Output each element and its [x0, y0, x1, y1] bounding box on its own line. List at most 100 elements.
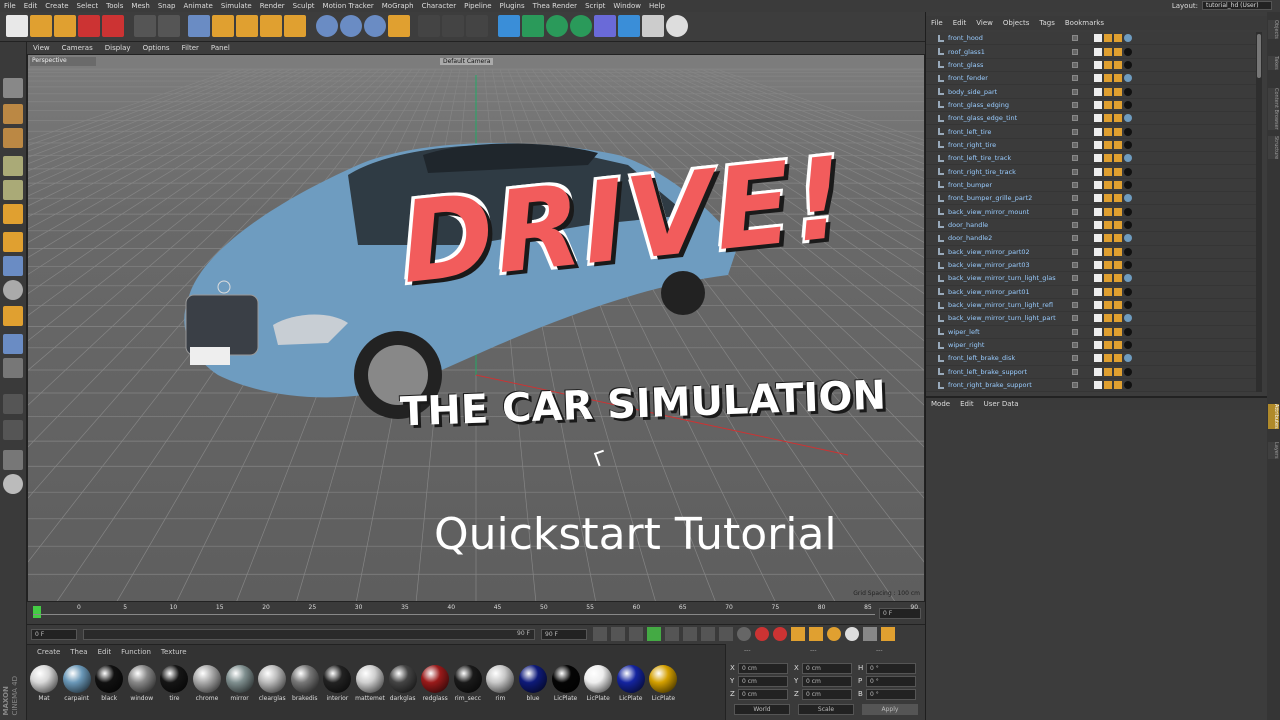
snap-icon[interactable]	[3, 280, 23, 300]
object-row[interactable]: wiper_right	[926, 339, 1256, 353]
material-swatch[interactable]: chrome	[192, 665, 222, 709]
visibility-toggle-icon[interactable]	[1072, 355, 1078, 362]
object-row[interactable]: front_right_tire_track	[926, 165, 1256, 179]
phong-tag-icon[interactable]	[1114, 381, 1122, 390]
start-frame-field[interactable]: 0 F	[31, 629, 77, 640]
menu-script[interactable]: Script	[581, 2, 609, 10]
material-tag-icon[interactable]	[1124, 74, 1132, 83]
menu-tools[interactable]: Tools	[102, 2, 127, 10]
phong-tag-icon[interactable]	[1094, 381, 1102, 390]
viewport-3d[interactable]: Perspective Default Camera DRIVE! THE CA…	[27, 54, 925, 602]
object-row[interactable]: front_hood	[926, 32, 1256, 46]
menu-character[interactable]: Character	[418, 2, 461, 10]
material-tag-icon[interactable]	[1124, 234, 1132, 243]
material-swatch[interactable]: rim	[485, 665, 515, 709]
polygons-mode-icon[interactable]	[3, 204, 23, 224]
sculpt-brush-icon[interactable]	[3, 394, 23, 414]
object-row[interactable]: front_left_brake_support	[926, 366, 1256, 379]
loop-icon[interactable]	[719, 627, 733, 641]
object-row[interactable]: door_handle2	[926, 232, 1256, 246]
visibility-toggle-icon[interactable]	[1072, 155, 1078, 162]
visibility-toggle-icon[interactable]	[1072, 342, 1078, 349]
phong-tag-icon[interactable]	[1104, 100, 1112, 109]
points-mode-icon[interactable]	[3, 156, 23, 176]
motion-record-icon[interactable]	[737, 627, 751, 641]
material-swatch[interactable]: clearglas	[257, 665, 287, 709]
phong-tag-icon[interactable]	[1094, 87, 1102, 96]
rotate-tool-icon[interactable]	[260, 15, 282, 37]
object-list[interactable]: front_hood roof_glass1 front_glass front_fe…	[926, 32, 1256, 392]
phong-tag-icon[interactable]	[1094, 247, 1102, 256]
phong-tag-icon[interactable]	[1104, 314, 1112, 323]
recent-tools-icon[interactable]	[284, 15, 306, 37]
phong-tag-icon[interactable]	[1114, 87, 1122, 96]
object-list-scrollbar[interactable]	[1256, 32, 1262, 392]
visibility-toggle-icon[interactable]	[1072, 288, 1078, 295]
undo-icon[interactable]	[134, 15, 156, 37]
menu-plugins[interactable]: Plugins	[496, 2, 529, 10]
attributes-menu-user-data[interactable]: User Data	[979, 400, 1024, 408]
viewport-menu-display[interactable]: Display	[99, 44, 137, 52]
phong-tag-icon[interactable]	[1114, 327, 1122, 336]
key-scale-icon[interactable]	[809, 627, 823, 641]
attributes-menu-mode[interactable]: Mode	[926, 400, 955, 408]
phong-tag-icon[interactable]	[1094, 274, 1102, 283]
menu-mesh[interactable]: Mesh	[127, 2, 153, 10]
end-frame-field[interactable]: 90 F	[541, 629, 587, 640]
material-swatch[interactable]: LicPlate	[616, 665, 646, 709]
visibility-toggle-icon[interactable]	[1072, 302, 1078, 309]
material-tag-icon[interactable]	[1124, 367, 1132, 376]
phong-tag-icon[interactable]	[1104, 261, 1112, 270]
phong-tag-icon[interactable]	[1114, 127, 1122, 136]
coord-value-field[interactable]: 0 cm	[802, 663, 852, 674]
coord-mode-control[interactable]: World	[734, 704, 790, 715]
object-row[interactable]: front_left_tire_track	[926, 152, 1256, 166]
object-row[interactable]: door_handle	[926, 219, 1256, 233]
material-tag-icon[interactable]	[1124, 287, 1132, 296]
menu-thea-render[interactable]: Thea Render	[529, 2, 581, 10]
phong-tag-icon[interactable]	[1104, 207, 1112, 216]
phong-tag-icon[interactable]	[1104, 127, 1112, 136]
coord-value-field[interactable]: 0 cm	[738, 689, 788, 700]
menu-simulate[interactable]: Simulate	[217, 2, 256, 10]
visibility-toggle-icon[interactable]	[1072, 48, 1078, 55]
visibility-toggle-icon[interactable]	[1072, 275, 1078, 282]
visibility-toggle-icon[interactable]	[1072, 35, 1078, 42]
material-swatch[interactable]: brakedis	[290, 665, 320, 709]
phong-tag-icon[interactable]	[1114, 194, 1122, 203]
phong-tag-icon[interactable]	[1114, 341, 1122, 350]
phong-tag-icon[interactable]	[1094, 194, 1102, 203]
visibility-toggle-icon[interactable]	[1072, 328, 1078, 335]
coord-apply-control[interactable]: Apply	[862, 704, 918, 715]
material-swatch[interactable]: Mat	[29, 665, 59, 709]
material-tag-icon[interactable]	[1124, 114, 1132, 123]
record-icon[interactable]	[755, 627, 769, 641]
phong-tag-icon[interactable]	[1104, 354, 1112, 363]
side-tab-layers[interactable]: Layers	[1268, 442, 1279, 459]
open-folder-icon[interactable]	[30, 15, 52, 37]
object-row[interactable]: front_left_brake_disk	[926, 352, 1256, 366]
axis-mode-icon[interactable]	[3, 232, 23, 252]
object-row[interactable]: back_view_mirror_turn_light_part	[926, 312, 1256, 326]
material-menu-thea[interactable]: Thea	[70, 648, 87, 656]
next-frame-icon[interactable]	[665, 627, 679, 641]
phong-tag-icon[interactable]	[1114, 34, 1122, 43]
phong-tag-icon[interactable]	[1114, 140, 1122, 149]
material-swatch[interactable]: rim_secc	[453, 665, 483, 709]
phong-tag-icon[interactable]	[1104, 247, 1112, 256]
object-row[interactable]: back_view_mirror_part03	[926, 259, 1256, 273]
phong-tag-icon[interactable]	[1104, 74, 1112, 83]
objects-menu-objects[interactable]: Objects	[998, 19, 1034, 27]
coord-value-field[interactable]: 0 cm	[738, 676, 788, 687]
goto-end-icon[interactable]	[701, 627, 715, 641]
menu-render[interactable]: Render	[256, 2, 289, 10]
make-editable-icon[interactable]	[3, 78, 23, 98]
visibility-toggle-icon[interactable]	[1072, 101, 1078, 108]
menu-animate[interactable]: Animate	[179, 2, 216, 10]
visibility-toggle-icon[interactable]	[1072, 168, 1078, 175]
side-tab-takes[interactable]: Takes	[1268, 56, 1279, 70]
visibility-toggle-icon[interactable]	[1072, 61, 1078, 68]
material-swatch[interactable]: black	[94, 665, 124, 709]
material-tag-icon[interactable]	[1124, 34, 1132, 43]
y-axis-icon[interactable]	[340, 15, 362, 37]
